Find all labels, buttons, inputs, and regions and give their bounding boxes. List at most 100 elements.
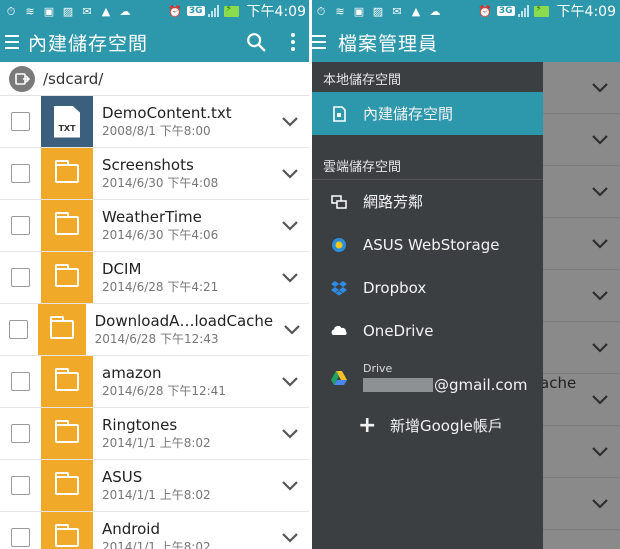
drawer-item-label: 內建儲存空間 — [363, 105, 454, 123]
file-row[interactable]: WeatherTime 2014/6/30 下午4:06 — [0, 200, 310, 252]
select-checkbox[interactable] — [0, 96, 41, 147]
drawer-item-label: 網路芳鄰 — [363, 193, 424, 211]
file-date: 2014/1/1 上午8:02 — [102, 540, 211, 549]
file-row[interactable]: ASUS 2014/1/1 上午8:02 — [0, 460, 310, 512]
file-row[interactable]: Android 2014/1/1 上午8:02 — [0, 512, 310, 549]
drawer-item-onedrive[interactable]: OneDrive — [310, 309, 543, 352]
signal-icon — [207, 5, 220, 17]
page-title: 內建儲存空間 — [28, 32, 149, 55]
folder-icon — [41, 460, 93, 511]
drawer-item-label: ASUS WebStorage — [363, 235, 500, 254]
file-row[interactable]: amazon 2014/6/28 下午12:41 — [0, 356, 310, 408]
file-name: Ringtones — [102, 416, 178, 434]
dropbox-icon — [330, 279, 348, 297]
chevron-down-icon — [580, 166, 620, 218]
chevron-down-icon — [580, 322, 620, 374]
chevron-down-icon — [580, 114, 620, 166]
select-checkbox[interactable] — [0, 148, 41, 199]
file-row[interactable]: Ringtones 2014/1/1 上午8:02 — [0, 408, 310, 460]
toolbar: 檔案管理員 — [310, 22, 620, 62]
chevron-down-icon — [580, 374, 620, 426]
cloud-upload-icon: ☁ — [119, 4, 131, 18]
drawer-item-dropbox[interactable]: Dropbox — [310, 266, 543, 309]
current-path: /sdcard/ — [43, 69, 104, 88]
chevron-down-icon[interactable] — [270, 96, 310, 147]
navigation-drawer: 本地儲存空間 內建儲存空間 雲端儲存空間 網路芳鄰 ASUS WebStorag… — [310, 62, 543, 549]
chevron-down-icon[interactable] — [270, 408, 310, 459]
battery-icon — [533, 4, 549, 17]
file-date: 2014/1/1 上午8:02 — [102, 488, 211, 502]
chevron-down-icon — [580, 218, 620, 270]
menu-icon[interactable] — [0, 33, 26, 51]
wifi-icon: ≋ — [335, 4, 345, 18]
timer-icon: ⏱ — [6, 4, 16, 18]
file-date: 2014/1/1 上午8:02 — [102, 436, 211, 450]
onedrive-icon — [330, 322, 348, 340]
folder-icon — [41, 408, 93, 459]
select-checkbox[interactable] — [0, 512, 41, 549]
drawer-item-internal-storage[interactable]: 內建儲存空間 — [310, 92, 543, 135]
asus-webstorage-icon — [330, 236, 348, 254]
network-badge: 3G — [496, 6, 515, 16]
drive-label: Drive — [363, 361, 393, 375]
chevron-down-icon[interactable] — [270, 460, 310, 511]
chevron-down-icon[interactable] — [270, 512, 310, 549]
chevron-down-icon — [580, 270, 620, 322]
chevron-down-icon[interactable] — [273, 304, 310, 355]
select-checkbox[interactable] — [0, 304, 38, 355]
menu-icon[interactable] — [310, 33, 336, 51]
select-checkbox[interactable] — [0, 252, 41, 303]
wifi-icon: ≋ — [25, 4, 35, 18]
file-name: WeatherTime — [102, 208, 202, 226]
file-row[interactable]: DCIM 2014/6/28 下午4:21 — [0, 252, 310, 304]
file-name: DemoContent.txt — [102, 104, 232, 122]
warning-icon: ▲ — [411, 4, 421, 18]
sim-icon: ▣ — [43, 4, 55, 18]
file-row[interactable]: TXT DemoContent.txt 2008/8/1 下午8:00 — [0, 96, 310, 148]
folder-icon — [41, 200, 93, 251]
clock: 下午4:09 — [246, 4, 306, 20]
search-icon[interactable] — [236, 22, 276, 62]
file-row[interactable]: DownloadA…loadCache 2014/6/28 下午12:43 — [0, 304, 310, 356]
drawer-item-asus-webstorage[interactable]: ASUS WebStorage — [310, 223, 543, 266]
chevron-down-icon[interactable] — [270, 356, 310, 407]
image-icon: ▨ — [372, 4, 384, 18]
chevron-down-icon — [580, 62, 620, 114]
alarm-icon: ⏰ — [168, 4, 182, 18]
clock: 下午4:09 — [556, 4, 616, 20]
chevron-down-icon[interactable] — [270, 252, 310, 303]
folder-icon — [41, 252, 93, 303]
folder-icon — [41, 148, 93, 199]
drawer-item-label: OneDrive — [363, 321, 434, 340]
add-google-account-button[interactable]: + 新增Google帳戶 — [310, 404, 543, 447]
drawer-item-network-neighborhood[interactable]: 網路芳鄰 — [310, 180, 543, 223]
battery-icon — [223, 4, 239, 17]
file-date: 2014/6/28 下午4:21 — [102, 280, 219, 294]
file-name: ASUS — [102, 468, 143, 486]
mail-icon: ✉ — [392, 4, 402, 18]
folder-icon — [41, 356, 93, 407]
file-list: TXT DemoContent.txt 2008/8/1 下午8:00 Screens… — [0, 96, 310, 549]
select-checkbox[interactable] — [0, 356, 41, 407]
cloud-upload-icon: ☁ — [429, 4, 441, 18]
file-name: Android — [102, 520, 160, 538]
chevron-down-icon[interactable] — [270, 200, 310, 251]
file-row[interactable]: Screenshots 2014/6/30 下午4:08 — [0, 148, 310, 200]
sd-card-icon — [330, 105, 348, 123]
network-icon — [330, 193, 348, 211]
txt-file-icon: TXT — [41, 96, 93, 147]
breadcrumb[interactable]: /sdcard/ — [0, 62, 310, 96]
warning-icon: ▲ — [101, 4, 111, 18]
select-checkbox[interactable] — [0, 408, 41, 459]
storage-switch-icon[interactable] — [9, 65, 35, 92]
add-account-label: 新增Google帳戶 — [390, 417, 503, 435]
timer-icon: ⏱ — [316, 4, 326, 18]
folder-icon — [41, 512, 93, 549]
drawer-item-google-drive[interactable]: Drive @gmail.com — [310, 352, 543, 404]
chevron-down-icon[interactable] — [270, 148, 310, 199]
plus-icon: + — [358, 413, 377, 438]
select-checkbox[interactable] — [0, 200, 41, 251]
right-screen: ⏱ ≋ ▣ ▨ ✉ ▲ ☁ ⏰ 3G 下午4:09 檔案管理員 ache 本地儲… — [310, 0, 620, 549]
more-options-icon[interactable] — [276, 22, 310, 62]
select-checkbox[interactable] — [0, 460, 41, 511]
